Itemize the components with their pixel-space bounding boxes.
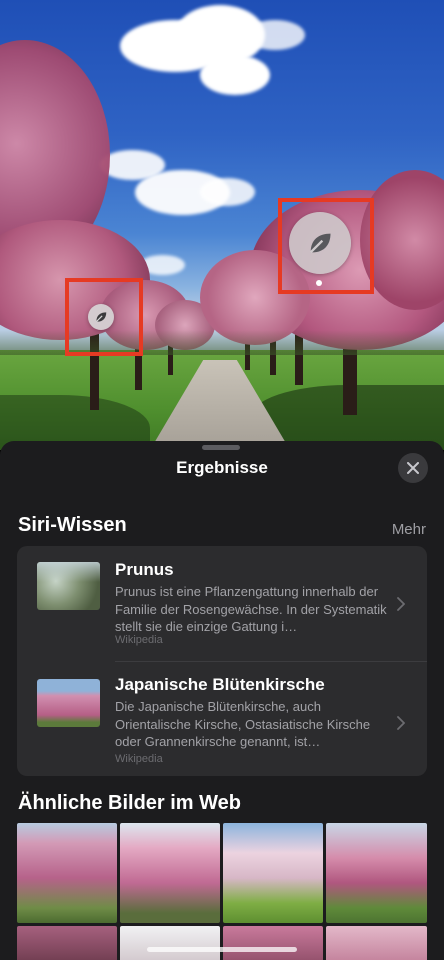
cloud [200,178,255,206]
chevron-right-icon [397,597,405,611]
similar-image[interactable] [326,823,427,923]
cloud [200,55,270,95]
similar-image[interactable] [223,823,323,923]
sheet-title: Ergebnisse [176,458,268,477]
item-title: Japanische Blütenkirsche [115,675,325,694]
knowledge-card: Prunus Prunus ist eine Pflanzengattung i… [17,546,427,776]
similar-image[interactable] [223,926,323,960]
item-description: Prunus ist eine Pflanzengattung innerhal… [115,584,387,634]
similar-image[interactable] [120,823,220,923]
similar-images-heading: Ähnliche Bilder im Web [18,792,241,814]
sky-patch [37,562,100,582]
knowledge-item-japanische-bluetenkirsche[interactable]: Japanische Blütenkirsche Die Japanische … [17,661,427,776]
prunus-thumbnail [37,562,100,610]
siri-knowledge-heading: Siri-Wissen [18,514,127,536]
chevron-right-icon [397,716,405,730]
highlight-box [65,278,143,356]
item-description: Die Japanische Blütenkirsche, auch Orien… [115,699,371,749]
similar-image[interactable] [17,926,117,960]
results-sheet: Ergebnisse Siri-Wissen Mehr Prunus Prunu… [0,441,444,960]
cherry-thumbnail [37,679,100,727]
item-title: Prunus [115,560,174,579]
close-button[interactable] [398,453,428,483]
item-source: Wikipedia [115,634,163,646]
more-link[interactable]: Mehr [392,521,426,538]
item-source: Wikipedia [115,753,163,765]
similar-images-grid [17,823,427,960]
knowledge-item-prunus[interactable]: Prunus Prunus ist eine Pflanzengattung i… [17,546,427,661]
sheet-grabber[interactable] [202,445,240,450]
home-indicator[interactable] [147,947,297,952]
highlight-box [278,198,374,294]
close-icon [407,462,419,474]
similar-image[interactable] [17,823,117,923]
cloud [245,20,305,50]
similar-image[interactable] [120,926,220,960]
similar-image[interactable] [326,926,427,960]
photo-view [0,0,444,450]
